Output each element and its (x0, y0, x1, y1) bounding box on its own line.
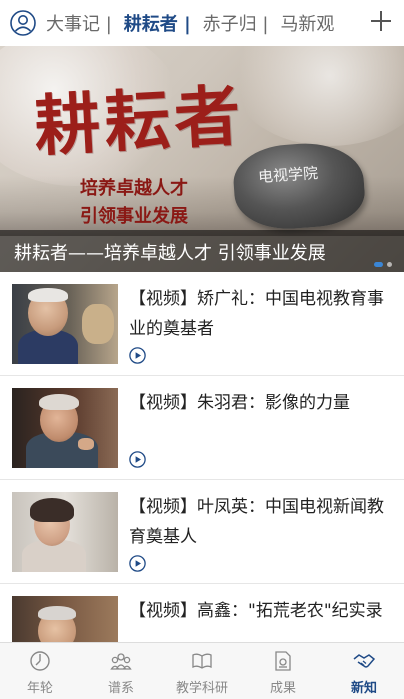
open-book-icon (192, 653, 212, 669)
nav-label: 年轮 (26, 681, 53, 696)
nav-puxi[interactable]: 谱系 (81, 643, 161, 699)
handshake-icon (353, 654, 375, 668)
top-tab-bar: 大事记 | 耕耘者 | 赤子归 | 马新观 (0, 0, 404, 46)
engraved-stone (231, 139, 367, 233)
nav-label: 成果 (269, 681, 296, 696)
item-title: 【视频】矫广礼：中国电视教育事业的奠基者 (129, 289, 384, 339)
play-icon[interactable] (129, 347, 146, 364)
item-title: 【视频】叶凤英：中国电视新闻教育奠基人 (129, 497, 384, 547)
video-list: 【视频】矫广礼：中国电视教育事业的奠基者 【视频】朱羽君：影像的力量 【视频】叶… (0, 272, 404, 688)
category-tabs: 大事记 | 耕耘者 | 赤子归 | 马新观 (46, 0, 346, 46)
user-profile-icon[interactable] (10, 10, 36, 36)
nav-label: 新知 (350, 681, 377, 696)
video-thumbnail (12, 492, 118, 572)
item-title: 【视频】朱羽君：影像的力量 (129, 393, 350, 413)
tab-dashiji[interactable]: 大事记 | (46, 10, 112, 36)
carousel-dot (387, 262, 392, 267)
banner-caption: 耕耘者——培养卓越人才 引领事业发展 (14, 243, 326, 264)
people-group-icon (110, 653, 132, 670)
stone-inscription: 电视学院 (257, 163, 319, 187)
add-tab-icon[interactable] (368, 8, 394, 34)
tab-gengyunzhe[interactable]: 耕耘者 | (124, 10, 191, 36)
video-thumbnail (12, 388, 118, 468)
nav-label: 教学科研 (175, 681, 228, 696)
nav-jiaoxuekeyan[interactable]: 教学科研 (162, 643, 242, 699)
list-item[interactable]: 【视频】叶凤英：中国电视新闻教育奠基人 (0, 480, 404, 584)
nav-label: 谱系 (107, 681, 134, 696)
growth-ring-icon (30, 651, 50, 671)
nav-xinzhi[interactable]: 新知 (324, 643, 404, 699)
nav-nianlun[interactable]: 年轮 (0, 643, 80, 699)
banner-subtitle-line2: 引领事业发展 (80, 206, 188, 227)
tab-maxinguan[interactable]: 马新观 (280, 10, 334, 36)
item-title: 【视频】高鑫："拓荒老农"纪实录 (129, 601, 383, 621)
banner-title: 耕耘者 (32, 76, 247, 166)
document-icon (275, 651, 291, 671)
blossom-decoration (230, 46, 404, 146)
play-icon[interactable] (129, 451, 146, 468)
carousel-indicator (374, 262, 392, 267)
list-item[interactable]: 【视频】朱羽君：影像的力量 (0, 376, 404, 480)
tab-chizigui[interactable]: 赤子归 | (203, 10, 269, 36)
bottom-navigation: 年轮 谱系 教学科研 成果 新知 (0, 642, 404, 699)
carousel-dot-active (374, 262, 383, 267)
video-thumbnail (12, 284, 118, 364)
play-icon[interactable] (129, 555, 146, 572)
hero-banner[interactable]: 耕耘者 培养卓越人才 引领事业发展 电视学院 耕耘者——培养卓越人才 引领事业发… (0, 46, 404, 272)
banner-caption-bar: 耕耘者——培养卓越人才 引领事业发展 (0, 230, 404, 272)
banner-subtitle-line1: 培养卓越人才 (80, 178, 188, 199)
list-item[interactable]: 【视频】矫广礼：中国电视教育事业的奠基者 (0, 272, 404, 376)
nav-chengguo[interactable]: 成果 (243, 643, 323, 699)
